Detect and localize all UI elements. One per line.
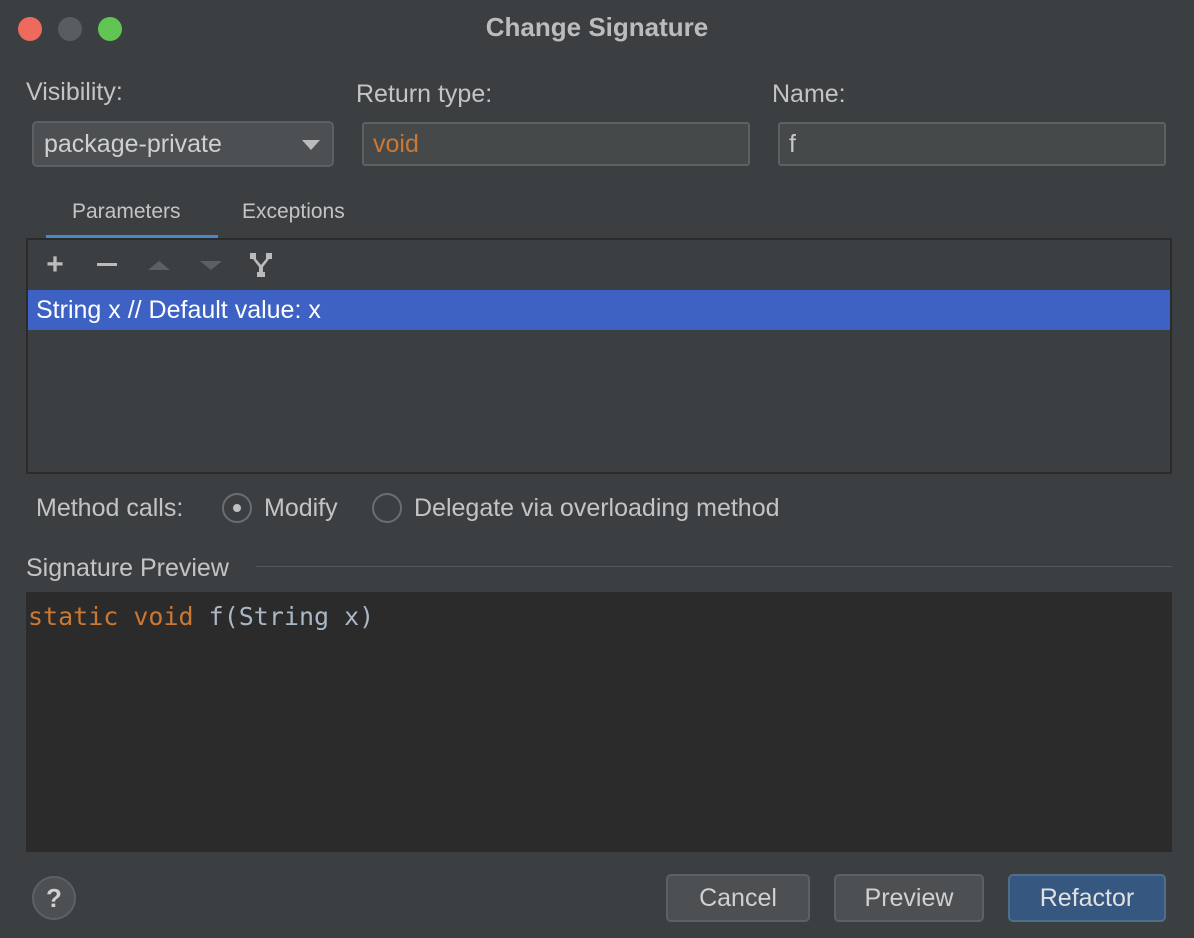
tab-parameters[interactable]: Parameters <box>72 200 181 224</box>
keyword-static: static <box>28 602 119 631</box>
modify-radio-label[interactable]: Modify <box>264 494 338 523</box>
signature-preview-code: static void f(String x) <box>28 602 374 631</box>
change-signature-dialog: Change Signature Visibility: Return type… <box>0 0 1194 938</box>
preview-button[interactable]: Preview <box>834 874 984 922</box>
window-title: Change Signature <box>485 12 709 42</box>
move-up-icon[interactable] <box>144 250 174 280</box>
propagate-icon[interactable] <box>246 250 276 280</box>
tab-exceptions[interactable]: Exceptions <box>242 200 345 224</box>
minus-icon[interactable] <box>92 250 122 280</box>
modify-radio[interactable] <box>222 493 252 523</box>
delegate-radio[interactable] <box>372 493 402 523</box>
method-calls-label: Method calls: <box>36 494 184 522</box>
help-button[interactable]: ? <box>32 876 76 920</box>
name-label: Name: <box>772 80 846 108</box>
signature-preview-label: Signature Preview <box>26 554 229 582</box>
signature-preview-area: static void f(String x) <box>26 592 1172 852</box>
section-divider <box>256 566 1172 567</box>
return-type-label: Return type: <box>356 80 493 108</box>
parameter-row[interactable]: String x // Default value: x <box>28 290 1170 330</box>
plus-icon[interactable]: + <box>40 250 70 280</box>
title-bar: Change Signature <box>0 0 1194 56</box>
name-field[interactable]: f <box>778 122 1166 166</box>
parameters-panel: + String x // Default value: x <box>26 238 1172 474</box>
return-type-field[interactable]: void <box>362 122 750 166</box>
visibility-combo[interactable]: package-private <box>32 121 334 167</box>
radio-selected-dot <box>233 504 241 512</box>
visibility-value: package-private <box>44 130 222 158</box>
chevron-down-icon <box>302 140 320 150</box>
move-down-icon[interactable] <box>196 250 226 280</box>
parameters-toolbar: + <box>28 240 1170 292</box>
cancel-button[interactable]: Cancel <box>666 874 810 922</box>
visibility-label: Visibility: <box>26 78 123 106</box>
signature-rest: f(String x) <box>208 602 375 631</box>
delegate-radio-label[interactable]: Delegate via overloading method <box>414 494 780 523</box>
refactor-button[interactable]: Refactor <box>1008 874 1166 922</box>
keyword-void: void <box>133 602 194 631</box>
